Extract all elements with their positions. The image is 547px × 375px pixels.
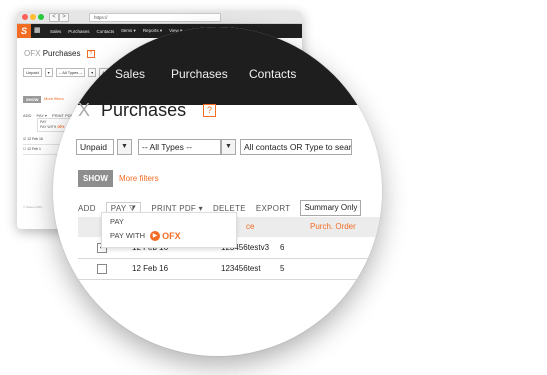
breadcrumb: X Purchases <box>78 100 186 121</box>
url-bar[interactable]: https:// <box>89 13 221 22</box>
breadcrumb-org[interactable]: X <box>78 100 90 120</box>
play-circle-icon: ▶ <box>150 231 161 242</box>
row-checkbox[interactable]: ☑ <box>23 137 26 141</box>
menu-item-pay-with[interactable]: PAY WITH ▶ OFX <box>110 231 181 242</box>
types-select[interactable]: -- All Types -- <box>138 139 221 155</box>
browser-titlebar: < > https:// <box>17 11 302 24</box>
forward-button[interactable]: > <box>59 13 69 22</box>
show-button[interactable]: SHOW <box>23 96 42 103</box>
nav-sales[interactable]: Sales <box>115 67 145 81</box>
filter-bar: Unpaid ▼ -- All Types -- ▼ All contacts … <box>76 139 352 155</box>
row-checkbox[interactable]: ☐ <box>23 147 26 151</box>
row-checkbox[interactable] <box>97 264 107 274</box>
maximize-window-icon[interactable] <box>38 14 44 20</box>
pay-with-label: PAY WITH <box>40 125 57 129</box>
add-button[interactable]: ADD <box>78 204 96 213</box>
status-select[interactable]: Unpaid <box>76 139 114 155</box>
add-button[interactable]: ADD <box>23 113 31 118</box>
row-purch-order: 5 <box>280 264 285 273</box>
breadcrumb-org[interactable]: OFX <box>24 49 40 58</box>
table-row[interactable]: ☐ 12 Feb 1 <box>23 147 41 151</box>
minimize-window-icon[interactable] <box>30 14 36 20</box>
help-icon[interactable]: ? <box>203 104 216 117</box>
nav-contacts[interactable]: Contacts <box>249 67 296 81</box>
pay-with-label: PAY WITH <box>110 231 146 240</box>
saasu-logo-icon[interactable]: S <box>17 24 31 38</box>
contacts-search[interactable]: All contacts OR Type to searc <box>240 139 352 155</box>
table-row[interactable]: 12 Feb 16 123456test 5 <box>78 259 382 280</box>
chevron-down-icon[interactable]: ▾ <box>44 68 53 77</box>
more-filters-link[interactable]: More filters <box>119 174 159 183</box>
pay-dropdown-menu: PAY PAY WITH ▶ OFX <box>101 212 237 248</box>
menu-item-pay[interactable]: PAY <box>110 217 124 226</box>
row-reference[interactable]: 123456test <box>221 264 261 273</box>
lens-nav-bar: Sales Purchases Contacts <box>53 27 382 105</box>
close-window-icon[interactable] <box>22 14 28 20</box>
ofx-logo: ▶ OFX <box>150 231 181 242</box>
back-button[interactable]: < <box>49 13 59 22</box>
ofx-logo-text: OFX <box>162 231 181 242</box>
view-select[interactable]: Summary Only <box>300 200 362 216</box>
footer-text: © Saasu 2015 <box>23 205 43 209</box>
apps-grid-icon[interactable]: ▦ <box>34 27 42 35</box>
chevron-down-icon[interactable]: ▼ <box>221 139 236 155</box>
col-header-purch-order[interactable]: Purch. Order <box>310 222 356 231</box>
row-date: 12 Feb 16 <box>132 264 169 273</box>
page-title: Purchases <box>101 100 187 120</box>
magnifier-lens: Sales Purchases Contacts X Purchases ? U… <box>53 27 382 356</box>
show-button[interactable]: SHOW <box>78 170 113 187</box>
export-button[interactable]: EXPORT <box>256 204 291 213</box>
row-date: 12 Feb 1 <box>27 147 41 151</box>
chevron-down-icon[interactable]: ▼ <box>117 139 132 155</box>
ofx-logo: OFX <box>57 125 65 129</box>
status-select[interactable]: Unpaid <box>23 68 42 77</box>
col-header-reference[interactable]: ce <box>246 222 254 231</box>
table-row[interactable]: ☑ 12 Feb 16 <box>23 137 43 141</box>
row-date: 12 Feb 16 <box>27 137 43 141</box>
nav-purchases[interactable]: Purchases <box>171 67 228 81</box>
row-purch-order: 6 <box>280 243 285 252</box>
